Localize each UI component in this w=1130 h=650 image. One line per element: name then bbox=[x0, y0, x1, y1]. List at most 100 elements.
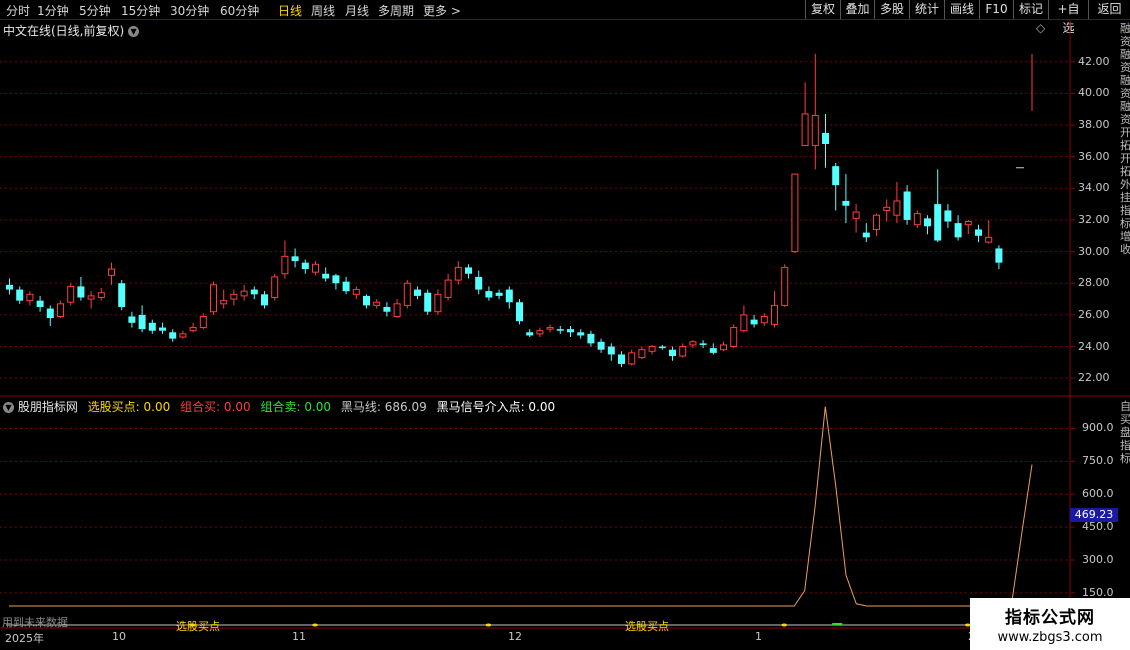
candle bbox=[536, 327, 544, 338]
candle-body bbox=[393, 303, 401, 317]
tab-15min[interactable]: 15分钟 bbox=[121, 2, 160, 19]
candle bbox=[220, 289, 228, 309]
tab-1min[interactable]: 1分钟 bbox=[37, 2, 69, 19]
candle bbox=[638, 346, 646, 360]
date-label-year: 2025年 bbox=[5, 632, 44, 645]
stock-title[interactable]: 中文在线(日线,前复权) ▼ bbox=[3, 22, 140, 39]
candle-body bbox=[903, 191, 911, 220]
candle-body bbox=[281, 255, 289, 275]
statistics-button[interactable]: 统计 bbox=[909, 0, 944, 19]
chevron-down-icon[interactable]: ▼ bbox=[3, 402, 14, 413]
candle bbox=[648, 344, 656, 355]
candle-body bbox=[628, 352, 636, 365]
candle bbox=[750, 314, 758, 328]
draw-line-button[interactable]: 画线 bbox=[944, 0, 979, 19]
candle-body bbox=[658, 346, 666, 349]
candle-body bbox=[240, 290, 248, 297]
indicator-tick-label: 600.0 bbox=[1082, 487, 1114, 501]
tab-more[interactable]: 更多 > bbox=[423, 2, 461, 19]
date-label-jan: 1 bbox=[755, 630, 762, 643]
candle-body bbox=[873, 214, 880, 230]
f10-button[interactable]: F10 bbox=[979, 0, 1013, 19]
candle-body bbox=[250, 289, 258, 295]
add-watchlist-button[interactable]: +自选 bbox=[1048, 0, 1088, 35]
candle-body bbox=[516, 302, 523, 322]
candle-body bbox=[526, 332, 534, 336]
candle bbox=[954, 215, 962, 241]
candle-body bbox=[679, 346, 687, 357]
candle bbox=[893, 181, 901, 224]
chevron-down-icon[interactable]: ▼ bbox=[128, 26, 140, 37]
candle-body bbox=[199, 315, 207, 329]
candle bbox=[301, 259, 309, 274]
candle bbox=[801, 82, 809, 147]
candle bbox=[699, 340, 707, 349]
diamond-icon[interactable]: ◇ bbox=[1036, 21, 1045, 35]
back-button[interactable]: 返回 bbox=[1088, 0, 1130, 19]
candle bbox=[16, 286, 24, 304]
multi-stock-button[interactable]: 多股 bbox=[874, 0, 909, 19]
candle-body bbox=[301, 262, 309, 270]
candle bbox=[261, 291, 268, 309]
candle-body bbox=[414, 289, 421, 296]
tab-weekly[interactable]: 周线 bbox=[311, 2, 335, 19]
candle bbox=[210, 281, 217, 315]
candle bbox=[567, 325, 574, 338]
price-tick-label: 26.00 bbox=[1078, 307, 1110, 321]
candle bbox=[67, 283, 75, 306]
tab-multi-period[interactable]: 多周期 bbox=[378, 2, 414, 19]
stock-chart-app: 分时 1分钟 5分钟 15分钟 30分钟 60分钟 日线 周线 月线 多周期 更… bbox=[0, 0, 1130, 650]
indicator-tick-label: 300.0 bbox=[1082, 552, 1114, 566]
candle bbox=[128, 311, 136, 328]
candle-body bbox=[842, 200, 850, 206]
candle bbox=[587, 330, 595, 347]
period-toolbar: 分时 1分钟 5分钟 15分钟 30分钟 60分钟 日线 周线 月线 多周期 更… bbox=[0, 0, 1130, 35]
candle bbox=[720, 341, 727, 352]
tab-fenshi[interactable]: 分时 bbox=[6, 2, 30, 19]
tab-30min[interactable]: 30分钟 bbox=[170, 2, 209, 19]
axis-lines bbox=[0, 20, 1130, 650]
indicator-name[interactable]: 股朋指标网 bbox=[18, 400, 78, 414]
side-panel-text: 融资融资融资融资开拓开拓外挂指标增收 bbox=[1120, 22, 1130, 256]
tab-daily[interactable]: 日线 bbox=[278, 2, 302, 19]
candle bbox=[740, 305, 748, 333]
candle-body bbox=[709, 348, 717, 353]
candle-body bbox=[271, 276, 279, 298]
indicator-lines bbox=[6, 406, 1033, 627]
candle-body bbox=[352, 289, 360, 295]
candle-body bbox=[148, 322, 156, 331]
candle-body bbox=[781, 266, 789, 306]
candle bbox=[903, 185, 911, 225]
candle bbox=[393, 299, 401, 319]
tab-5min[interactable]: 5分钟 bbox=[79, 2, 111, 19]
candle-body bbox=[822, 132, 829, 145]
candle-body bbox=[138, 314, 146, 330]
chart-canvas[interactable] bbox=[0, 0, 1130, 650]
candle bbox=[760, 313, 768, 326]
candle-body bbox=[985, 236, 993, 243]
candle-body bbox=[169, 332, 177, 339]
candle-body bbox=[801, 113, 809, 147]
candle bbox=[505, 286, 513, 309]
tab-60min[interactable]: 60分钟 bbox=[220, 2, 259, 19]
candle-body bbox=[760, 315, 768, 324]
tab-more-label: 更多 bbox=[423, 4, 448, 18]
candle bbox=[811, 53, 819, 170]
candle bbox=[77, 276, 85, 301]
candle bbox=[618, 351, 625, 368]
candle-body bbox=[546, 327, 554, 330]
candle-body bbox=[16, 289, 24, 301]
candle-body bbox=[699, 343, 707, 345]
candle-body bbox=[607, 346, 615, 355]
candle bbox=[97, 287, 105, 301]
overlay-button[interactable]: 叠加 bbox=[840, 0, 874, 19]
candle bbox=[475, 270, 483, 295]
candle-body bbox=[424, 292, 432, 312]
candle-body bbox=[46, 308, 54, 319]
restore-rights-button[interactable]: 复权 bbox=[805, 0, 840, 19]
tab-monthly[interactable]: 月线 bbox=[345, 2, 369, 19]
candle bbox=[46, 305, 54, 326]
candle bbox=[454, 261, 462, 285]
mark-button[interactable]: 标记 bbox=[1013, 0, 1048, 19]
candle bbox=[87, 291, 95, 309]
